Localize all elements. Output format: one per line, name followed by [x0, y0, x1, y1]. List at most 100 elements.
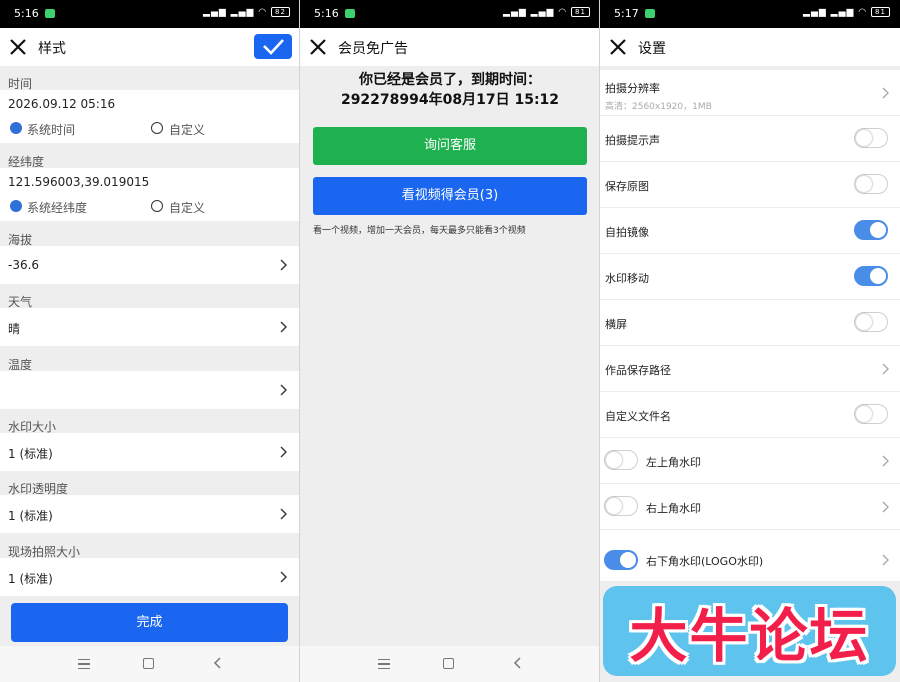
save-path-label: 作品保存路径	[605, 364, 671, 377]
weather-row[interactable]: 晴	[0, 308, 300, 346]
chevron-right-icon	[882, 455, 889, 467]
check-icon	[263, 39, 284, 55]
coords-section: 121.596003,39.019015 系统经纬度 自定义	[0, 168, 300, 221]
wm-size-value: 1 (标准)	[8, 447, 53, 461]
menu-icon[interactable]	[78, 659, 90, 669]
custom-filename-label: 自定义文件名	[605, 410, 671, 423]
chevron-right-icon	[280, 321, 287, 333]
landscape-toggle[interactable]	[854, 312, 888, 332]
wm-opacity-row[interactable]: 1 (标准)	[0, 495, 300, 533]
system-time-label: 系统时间	[27, 123, 76, 137]
chevron-right-icon	[882, 501, 889, 513]
page-title: 设置	[638, 41, 666, 57]
resolution-sub: 高清：2560x1920，1MB	[605, 102, 712, 112]
status-time: 5:16	[14, 7, 39, 20]
close-icon[interactable]	[608, 37, 628, 57]
chevron-right-icon	[882, 554, 889, 566]
landscape-row: 横屏	[600, 300, 900, 346]
ad-free-screen: 5:16 ▂▄▆ ▂▄▆ ◠ 81 会员免广告 你已经是会员了，到期时间： 29…	[300, 0, 600, 682]
save-original-toggle[interactable]	[854, 174, 888, 194]
top-right-wm-toggle[interactable]	[604, 496, 638, 516]
coords-value: 121.596003,39.019015	[8, 175, 150, 189]
photo-size-row[interactable]: 1 (标准)	[0, 558, 300, 596]
top-right-wm-row[interactable]: 右上角水印	[600, 484, 900, 530]
back-icon[interactable]	[212, 657, 224, 669]
toggle-knob	[606, 498, 622, 514]
home-icon[interactable]	[143, 658, 154, 669]
confirm-button[interactable]	[254, 34, 292, 59]
menu-icon[interactable]	[378, 659, 390, 669]
nav-bar	[0, 646, 300, 682]
altitude-value: -36.6	[8, 258, 40, 272]
watch-video-button[interactable]: 看视频得会员(3)	[313, 177, 587, 215]
bottom-right-wm-toggle[interactable]	[604, 550, 638, 570]
shutter-sound-label: 拍摄提示声	[605, 134, 660, 147]
selfie-mirror-toggle[interactable]	[854, 220, 888, 240]
status-time: 5:17	[614, 7, 639, 20]
system-coords-radio[interactable]	[10, 200, 22, 212]
battery-icon: 81	[871, 7, 890, 17]
watermark-text: 大牛论坛	[629, 602, 870, 670]
status-bar: 5:17 ▂▄▆ ▂▄▆ ◠ 81	[600, 0, 900, 28]
title-bar: 样式	[0, 28, 300, 66]
battery-icon: 82	[271, 7, 290, 17]
save-original-row: 保存原图	[600, 162, 900, 208]
time-value: 2026.09.12 05:16	[8, 97, 116, 111]
toggle-knob	[856, 314, 872, 330]
custom-coords-label: 自定义	[169, 201, 206, 215]
toggle-knob	[856, 406, 872, 422]
landscape-label: 横屏	[605, 318, 627, 331]
status-icons: ▂▄▆ ▂▄▆ ◠ 81	[503, 7, 590, 18]
top-right-wm-label: 右上角水印	[646, 502, 701, 515]
app-notification-icon	[345, 9, 355, 18]
photo-size-value: 1 (标准)	[8, 572, 53, 586]
wm-move-row: 水印移动	[600, 254, 900, 300]
status-bar: 5:16 ▂▄▆ ▂▄▆ ◠ 81	[300, 0, 600, 28]
custom-filename-toggle[interactable]	[854, 404, 888, 424]
top-left-wm-row[interactable]: 左上角水印	[600, 438, 900, 484]
status-bar: 5:16 ▂▄▆ ▂▄▆ ◠ 82	[0, 0, 300, 28]
status-icons: ▂▄▆ ▂▄▆ ◠ 81	[803, 7, 890, 18]
app-notification-icon	[645, 9, 655, 18]
back-icon[interactable]	[512, 657, 524, 669]
temperature-row[interactable]	[0, 371, 300, 409]
nav-bar	[300, 646, 600, 682]
chevron-right-icon	[280, 384, 287, 396]
contact-support-button[interactable]: 询问客服	[313, 127, 587, 165]
page-title: 会员免广告	[338, 41, 408, 57]
signal-icon: ▂▄▆ ▂▄▆ ◠	[503, 7, 571, 18]
shutter-sound-row: 拍摄提示声	[600, 116, 900, 162]
bottom-right-wm-label: 右下角水印(LOGO水印)	[646, 555, 764, 568]
wm-size-row[interactable]: 1 (标准)	[0, 433, 300, 471]
time-section: 2026.09.12 05:16 系统时间 自定义	[0, 90, 300, 143]
page-title: 样式	[38, 41, 66, 57]
resolution-label: 拍摄分辨率	[605, 82, 660, 95]
save-original-label: 保存原图	[605, 180, 649, 193]
save-path-row[interactable]: 作品保存路径	[600, 346, 900, 392]
system-coords-label: 系统经纬度	[27, 201, 88, 215]
system-time-radio[interactable]	[10, 122, 22, 134]
shutter-sound-toggle[interactable]	[854, 128, 888, 148]
close-icon[interactable]	[308, 37, 328, 57]
settings-screen: 5:17 ▂▄▆ ▂▄▆ ◠ 81 设置 拍摄分辨率 高清：2560x1920，…	[600, 0, 900, 682]
bottom-right-wm-row[interactable]: 右下角水印(LOGO水印)	[600, 530, 900, 582]
app-notification-icon	[45, 9, 55, 18]
custom-coords-radio[interactable]	[151, 200, 163, 212]
chevron-right-icon	[280, 508, 287, 520]
wm-move-toggle[interactable]	[854, 266, 888, 286]
member-expiry-text: 292278994年08月17日 15:12	[340, 92, 560, 108]
chevron-right-icon	[280, 446, 287, 458]
custom-time-label: 自定义	[169, 123, 206, 137]
toggle-knob	[870, 268, 886, 284]
chevron-right-icon	[882, 87, 889, 99]
status-icons: ▂▄▆ ▂▄▆ ◠ 82	[203, 7, 290, 18]
top-left-wm-toggle[interactable]	[604, 450, 638, 470]
done-button[interactable]: 完成	[11, 603, 288, 642]
resolution-row[interactable]: 拍摄分辨率 高清：2560x1920，1MB	[600, 70, 900, 116]
altitude-row[interactable]: -36.6	[0, 246, 300, 284]
home-icon[interactable]	[443, 658, 454, 669]
close-icon[interactable]	[8, 37, 28, 57]
toggle-knob	[856, 130, 872, 146]
custom-time-radio[interactable]	[151, 122, 163, 134]
member-status-text: 你已经是会员了，到期时间：	[359, 72, 541, 88]
